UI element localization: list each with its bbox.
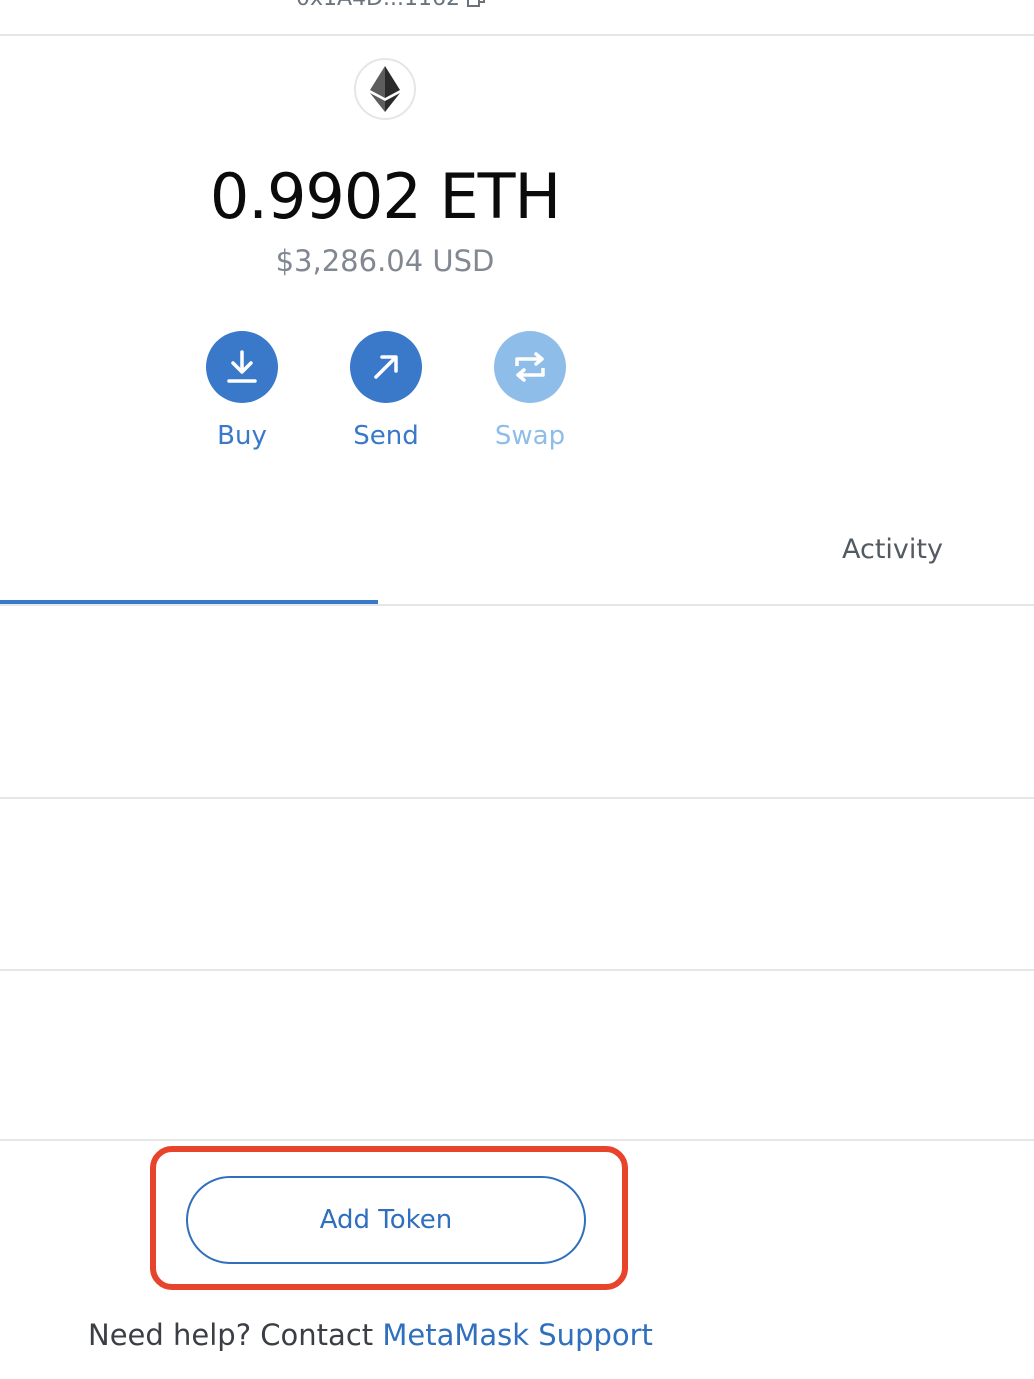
swap-button[interactable]: Swap [470,331,590,451]
help-text: Need help? Contact MetaMask Support [88,1318,653,1352]
download-icon [227,350,257,383]
arrow-up-right-icon [374,355,398,379]
buy-label: Buy [217,421,267,451]
eth-balance: 0.9902 ETH [209,160,561,233]
asset-list-item[interactable] [0,606,1034,798]
help-prefix: Need help? Contact [88,1318,374,1352]
tab-activity[interactable]: Activity [842,534,943,565]
header-divider [0,34,1034,36]
send-label: Send [353,421,419,451]
swap-arrows-icon [515,352,545,382]
send-circle[interactable] [350,331,422,403]
account-address-text: 0x1A4D...1162 [296,0,460,11]
asset-list-item[interactable] [0,799,1034,969]
buy-circle[interactable] [206,331,278,403]
list-divider [0,1139,1034,1141]
swap-circle[interactable] [494,331,566,403]
fiat-balance: $3,286.04 USD [275,244,495,278]
metamask-support-link[interactable]: MetaMask Support [382,1318,653,1352]
account-address[interactable]: 0x1A4D...1162 [296,0,488,11]
swap-label: Swap [494,421,566,451]
send-button[interactable]: Send [326,331,446,451]
asset-list-item[interactable] [0,971,1034,1139]
ethereum-logo-icon [354,58,416,120]
add-token-button[interactable]: Add Token [186,1176,586,1264]
copy-icon[interactable] [466,0,488,10]
buy-button[interactable]: Buy [182,331,302,451]
